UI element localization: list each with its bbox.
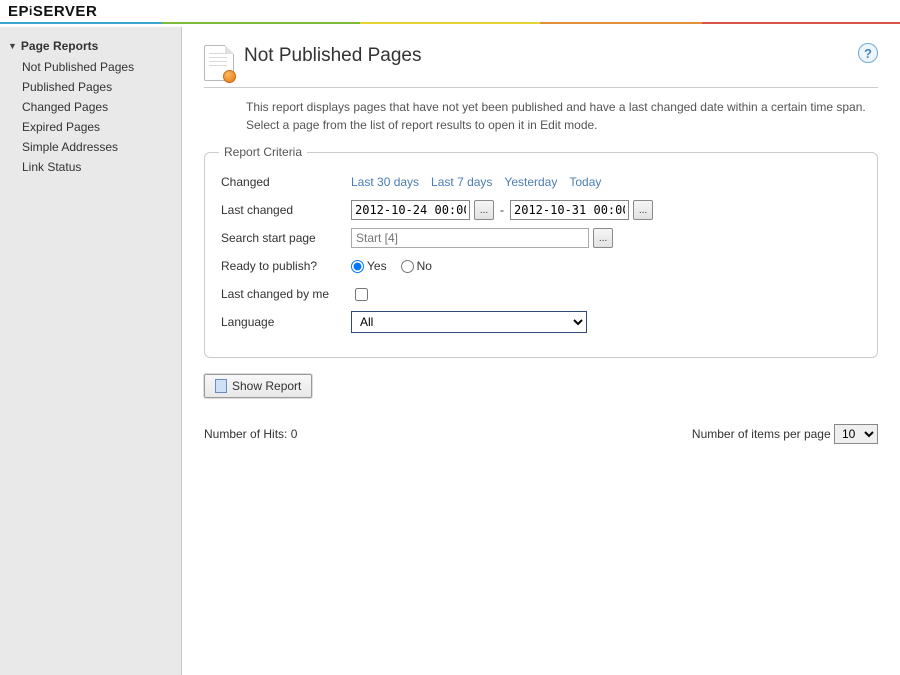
brand-logo: EPiSERVER <box>8 3 97 20</box>
document-icon <box>204 45 234 81</box>
sidebar-header-label: Page Reports <box>21 39 98 53</box>
page-header: Not Published Pages ? <box>204 45 878 88</box>
brand-accent-bar <box>0 22 900 24</box>
sidebar-item-published-pages[interactable]: Published Pages <box>0 77 181 97</box>
show-report-label: Show Report <box>232 379 301 393</box>
sidebar-item-expired-pages[interactable]: Expired Pages <box>0 117 181 137</box>
label-language: Language <box>221 315 351 329</box>
label-changed: Changed <box>221 175 351 189</box>
label-ready-to-publish: Ready to publish? <box>221 259 351 273</box>
radio-ready-no-label: No <box>417 259 432 273</box>
sidebar-item-simple-addresses[interactable]: Simple Addresses <box>0 137 181 157</box>
link-last-7-days[interactable]: Last 7 days <box>431 175 492 189</box>
date-to-input[interactable] <box>510 200 629 220</box>
sidebar-item-changed-pages[interactable]: Changed Pages <box>0 97 181 117</box>
sidebar-header[interactable]: ▼ Page Reports <box>0 37 181 57</box>
chevron-down-icon: ▼ <box>8 41 17 51</box>
sidebar: ▼ Page Reports Not Published Pages Publi… <box>0 27 182 675</box>
main-content: Not Published Pages ? This report displa… <box>182 27 900 675</box>
link-last-30-days[interactable]: Last 30 days <box>351 175 419 189</box>
radio-ready-yes-input[interactable] <box>351 260 364 273</box>
items-per-page-group: Number of items per page 10 <box>692 424 878 444</box>
link-today[interactable]: Today <box>569 175 601 189</box>
items-per-page-label: Number of items per page <box>692 427 831 441</box>
link-yesterday[interactable]: Yesterday <box>504 175 557 189</box>
items-per-page-select[interactable]: 10 <box>834 424 878 444</box>
radio-ready-yes-label: Yes <box>367 259 387 273</box>
label-search-start-page: Search start page <box>221 231 351 245</box>
language-select[interactable]: All <box>351 311 587 333</box>
radio-ready-no-input[interactable] <box>401 260 414 273</box>
top-bar: EPiSERVER <box>0 0 900 22</box>
fieldset-legend: Report Criteria <box>219 145 307 159</box>
label-last-changed: Last changed <box>221 203 351 217</box>
page-description: This report displays pages that have not… <box>246 98 878 134</box>
report-criteria-fieldset: Report Criteria Changed Last 30 days Las… <box>204 152 878 358</box>
radio-ready-no[interactable]: No <box>401 259 432 273</box>
number-of-hits: Number of Hits: 0 <box>204 427 297 441</box>
checkbox-last-changed-by-me[interactable] <box>355 288 368 301</box>
show-report-button[interactable]: Show Report <box>204 374 312 398</box>
label-last-changed-by-me: Last changed by me <box>221 287 351 301</box>
radio-ready-yes[interactable]: Yes <box>351 259 387 273</box>
date-range-dash: - <box>500 203 504 217</box>
quick-range-links: Last 30 days Last 7 days Yesterday Today <box>351 175 609 189</box>
sidebar-item-link-status[interactable]: Link Status <box>0 157 181 177</box>
search-start-page-input[interactable] <box>351 228 589 248</box>
help-icon[interactable]: ? <box>858 43 878 63</box>
sidebar-item-not-published-pages[interactable]: Not Published Pages <box>0 57 181 77</box>
date-from-input[interactable] <box>351 200 470 220</box>
report-icon <box>215 379 227 393</box>
search-start-page-picker-button[interactable]: ... <box>593 228 613 248</box>
page-title: Not Published Pages <box>244 45 421 67</box>
date-to-picker-button[interactable]: ... <box>633 200 653 220</box>
date-from-picker-button[interactable]: ... <box>474 200 494 220</box>
